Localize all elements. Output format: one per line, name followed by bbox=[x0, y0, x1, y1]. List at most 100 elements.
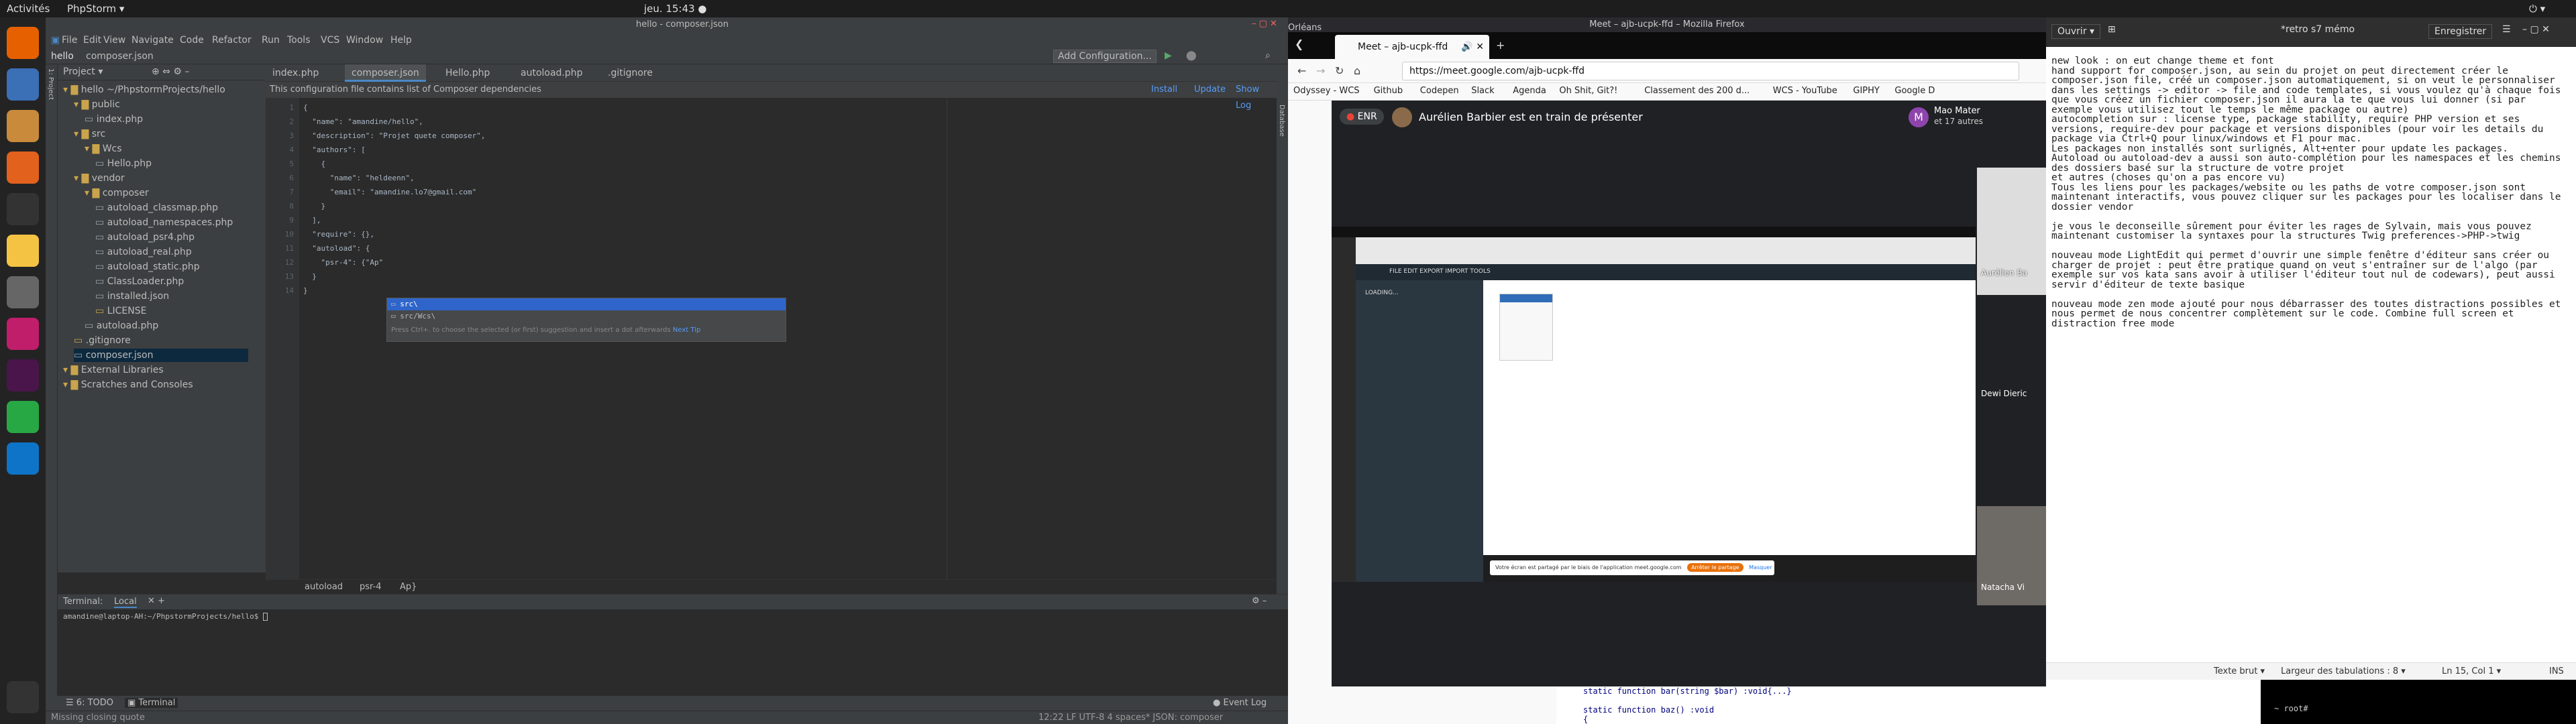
slack-icon[interactable] bbox=[7, 359, 39, 391]
thunderbird-icon[interactable] bbox=[7, 68, 39, 101]
bookmark-item[interactable]: GIPHY bbox=[1853, 86, 1879, 96]
tab-meet[interactable]: Meet – ajb-ucpk-ffd 🔊 ✕ bbox=[1335, 35, 1489, 59]
menu-code[interactable]: Code bbox=[180, 35, 204, 46]
code-content[interactable]: { "name": "amandine/hello", "description… bbox=[303, 101, 486, 298]
window-controls[interactable]: – ▢ ✕ bbox=[1252, 19, 1277, 29]
tree-item[interactable]: ▾ ▇ Scratches and Consoles bbox=[63, 378, 193, 391]
panel-toolbar-icons[interactable]: ⊕ ⇔ ⚙ – bbox=[152, 66, 189, 77]
tree-item[interactable]: ▭ autoload_namespaces.php bbox=[95, 216, 233, 229]
new-terminal-icon[interactable]: ✕ + bbox=[148, 596, 165, 606]
system-menu-icon[interactable]: ⏻ ▾ bbox=[2529, 3, 2545, 15]
terminal-icon[interactable] bbox=[7, 193, 39, 225]
breadcrumb-item[interactable]: psr-4 bbox=[360, 582, 382, 592]
tab-autoload-php[interactable]: autoload.php bbox=[514, 64, 590, 82]
hide-button[interactable]: Masquer bbox=[1749, 564, 1772, 570]
menu-run[interactable]: Run bbox=[262, 35, 280, 46]
software-icon[interactable] bbox=[7, 152, 39, 184]
tree-item[interactable]: ▾ ▇ External Libraries bbox=[63, 363, 164, 377]
completion-item[interactable]: ▭ src\ bbox=[387, 298, 786, 310]
terminal-tab-local[interactable]: Local bbox=[114, 597, 137, 608]
insert-mode[interactable]: INS bbox=[2549, 666, 2564, 676]
reload-icon[interactable]: ↻ bbox=[1335, 64, 1344, 77]
document-text[interactable]: new look : on eut change theme et font h… bbox=[2046, 56, 2576, 328]
terminal-prompt[interactable]: amandine@laptop-AH:~/PhpstormProjects/he… bbox=[63, 612, 268, 621]
save-button[interactable]: Enregistrer bbox=[2428, 24, 2493, 39]
stop-sharing-button[interactable]: Arrêter le partage bbox=[1687, 563, 1743, 572]
bookmark-item[interactable]: Google D bbox=[1894, 86, 1935, 96]
gitkraken-icon[interactable] bbox=[7, 401, 39, 433]
files-icon[interactable] bbox=[7, 110, 39, 142]
bookmark-item[interactable]: Odyssey - WCS bbox=[1293, 86, 1360, 96]
bookmark-item[interactable]: Oh Shit, Git?! bbox=[1559, 86, 1617, 96]
phpstorm-icon[interactable] bbox=[7, 318, 39, 350]
activities-button[interactable]: Activités bbox=[7, 3, 50, 15]
menu-edit[interactable]: Edit bbox=[83, 35, 101, 46]
new-document-icon[interactable]: ⊞ bbox=[2108, 24, 2116, 35]
tree-item[interactable]: ▾ ▇ vendor bbox=[74, 172, 125, 185]
tree-item[interactable]: ▾ ▇ public bbox=[74, 98, 120, 111]
menu-refactor[interactable]: Refactor bbox=[212, 35, 252, 46]
tree-item[interactable]: ▭ autoload_real.php bbox=[95, 245, 192, 259]
background-window-tab[interactable]: Orléans bbox=[1288, 23, 1322, 33]
open-button[interactable]: Ouvrir ▾ bbox=[2051, 24, 2101, 39]
tree-item[interactable]: ▾ ▇ src bbox=[74, 127, 105, 141]
status-indicators[interactable]: 12:22 LF UTF-8 4 spaces* JSON: composer bbox=[1038, 713, 1223, 723]
add-configuration-button[interactable]: Add Configuration... bbox=[1053, 50, 1157, 63]
database-tool-button[interactable]: Database bbox=[1278, 105, 1285, 137]
event-log-button[interactable]: ● Event Log bbox=[1213, 698, 1267, 708]
menu-window[interactable]: Window bbox=[346, 35, 383, 46]
tree-item[interactable]: ▭ index.php bbox=[85, 113, 143, 126]
nav-project[interactable]: hello bbox=[51, 51, 74, 62]
tree-item[interactable]: ▭ ClassLoader.php bbox=[95, 275, 184, 288]
menu-vcs[interactable]: VCS bbox=[321, 35, 339, 46]
menu-tools[interactable]: Tools bbox=[287, 35, 311, 46]
language-selector[interactable]: Texte brut ▾ bbox=[2214, 666, 2265, 676]
clock[interactable]: jeu. 15:43 ● bbox=[644, 3, 707, 15]
app-menu[interactable]: PhpStorm ▾ bbox=[67, 3, 124, 15]
bookmark-item[interactable]: Codepen bbox=[1420, 86, 1459, 96]
bookmark-item[interactable]: Github bbox=[1374, 86, 1403, 96]
tree-item[interactable]: ▾ ▇ composer bbox=[85, 186, 149, 200]
completion-item[interactable]: ▭ src/Wcs\ bbox=[387, 310, 786, 322]
tree-item[interactable]: ▭ installed.json bbox=[95, 290, 169, 303]
tab-gitignore[interactable]: .gitignore bbox=[601, 64, 659, 82]
tree-item[interactable]: ▾ ▇ Wcs bbox=[85, 142, 122, 156]
show-log-link[interactable]: Show Log bbox=[1236, 82, 1277, 114]
menu-view[interactable]: View bbox=[103, 35, 125, 46]
search-icon[interactable]: ⌕ bbox=[1265, 50, 1271, 61]
tree-item[interactable]: ▭ Hello.php bbox=[95, 157, 152, 170]
terminal-settings-icon[interactable]: ⚙ – bbox=[1252, 596, 1267, 606]
install-link[interactable]: Install bbox=[1151, 82, 1177, 98]
menu-help[interactable]: Help bbox=[390, 35, 412, 46]
update-link[interactable]: Update bbox=[1194, 82, 1226, 98]
tab-width-selector[interactable]: Largeur des tabulations : 8 ▾ bbox=[2281, 666, 2406, 676]
bookmark-item[interactable]: Classement des 200 d... bbox=[1644, 86, 1750, 96]
hamburger-menu-icon[interactable]: ☰ bbox=[2502, 24, 2511, 35]
todo-tool-button[interactable]: ☰ 6: TODO bbox=[66, 698, 113, 708]
tree-item[interactable]: ▭ .gitignore bbox=[74, 334, 131, 347]
tab-composer-json[interactable]: composer.json bbox=[345, 64, 426, 82]
tab-index-php[interactable]: index.php bbox=[266, 64, 325, 82]
tab-hello-php[interactable]: Hello.php bbox=[439, 64, 496, 82]
tree-item[interactable]: ▭ autoload_static.php bbox=[95, 260, 200, 274]
bookmark-item[interactable]: Agenda bbox=[1513, 86, 1546, 96]
menu-file[interactable]: File bbox=[62, 35, 77, 46]
firefox-icon[interactable] bbox=[7, 27, 39, 59]
back-icon[interactable]: ← bbox=[1297, 64, 1306, 77]
cursor-position[interactable]: Ln 15, Col 1 ▾ bbox=[2442, 666, 2501, 676]
menu-navigate[interactable]: Navigate bbox=[131, 35, 174, 46]
tree-item[interactable]: ▾ ▇ hello ~/PhpstormProjects/hello bbox=[63, 83, 225, 97]
project-view-selector[interactable]: Project ▾ bbox=[63, 66, 103, 77]
window-controls[interactable]: – ▢ ✕ bbox=[2522, 24, 2550, 35]
tree-item[interactable]: ▭ autoload_psr4.php bbox=[95, 231, 195, 244]
tree-item[interactable]: ▭ LICENSE bbox=[95, 304, 146, 318]
nav-file[interactable]: composer.json bbox=[86, 51, 154, 62]
run-icon[interactable]: ▶ bbox=[1165, 50, 1172, 61]
tab-scroll-icon[interactable]: ❮ bbox=[1295, 38, 1303, 50]
show-apps-icon[interactable] bbox=[7, 681, 39, 713]
breadcrumb-item[interactable]: Ap} bbox=[400, 582, 417, 592]
url-bar[interactable]: https://meet.google.com/ajb-ucpk-ffd bbox=[1402, 62, 2019, 80]
bookmark-item[interactable]: Slack bbox=[1471, 86, 1495, 96]
vscode-icon[interactable] bbox=[7, 442, 39, 475]
tree-item[interactable]: ▭ autoload_classmap.php bbox=[95, 201, 218, 215]
